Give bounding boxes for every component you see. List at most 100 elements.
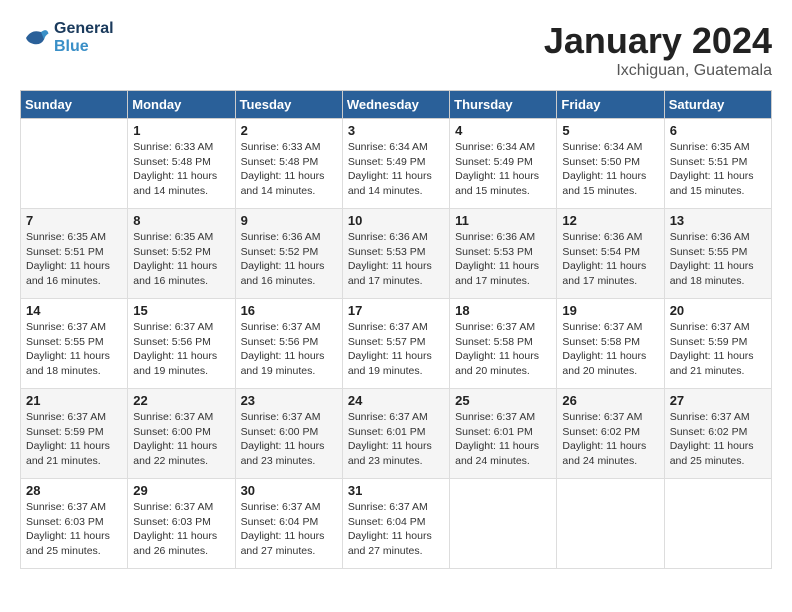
calendar-cell: 18 Sunrise: 6:37 AM Sunset: 5:58 PM Dayli…: [450, 299, 557, 389]
calendar-cell: 8 Sunrise: 6:35 AM Sunset: 5:52 PM Daylig…: [128, 209, 235, 299]
day-number: 9: [241, 213, 337, 228]
calendar-cell: 16Sunrise: 6:37 AM Sunset: 5:56 PM Dayli…: [235, 299, 342, 389]
calendar-table: SundayMondayTuesdayWednesdayThursdayFrid…: [20, 90, 772, 569]
day-header-monday: Monday: [128, 91, 235, 119]
day-info: Sunrise: 6:33 AM Sunset: 5:48 PM Dayligh…: [133, 140, 229, 199]
day-info: Sunrise: 6:37 AM Sunset: 6:01 PM Dayligh…: [455, 410, 551, 469]
day-number: 27: [670, 393, 766, 408]
day-number: 8: [133, 213, 229, 228]
day-info: Sunrise: 6:37 AM Sunset: 6:00 PM Dayligh…: [133, 410, 229, 469]
calendar-cell: [450, 479, 557, 569]
day-header-wednesday: Wednesday: [342, 91, 449, 119]
day-number: 31: [348, 483, 444, 498]
day-header-sunday: Sunday: [21, 91, 128, 119]
day-number: 24: [348, 393, 444, 408]
calendar-cell: 5Sunrise: 6:34 AM Sunset: 5:50 PM Daylig…: [557, 119, 664, 209]
calendar-cell: 2 Sunrise: 6:33 AM Sunset: 5:48 PM Daylig…: [235, 119, 342, 209]
calendar-cell: 30 Sunrise: 6:37 AM Sunset: 6:04 PM Dayli…: [235, 479, 342, 569]
day-info: Sunrise: 6:37 AM Sunset: 6:01 PM Dayligh…: [348, 410, 444, 469]
calendar-cell: 7 Sunrise: 6:35 AM Sunset: 5:51 PM Daylig…: [21, 209, 128, 299]
day-info: Sunrise: 6:35 AM Sunset: 5:51 PM Dayligh…: [670, 140, 766, 199]
logo-icon: [20, 23, 50, 53]
week-row-2: 7 Sunrise: 6:35 AM Sunset: 5:51 PM Daylig…: [21, 209, 772, 299]
logo-text: General Blue: [54, 20, 114, 56]
calendar-cell: 29Sunrise: 6:37 AM Sunset: 6:03 PM Dayli…: [128, 479, 235, 569]
day-info: Sunrise: 6:36 AM Sunset: 5:53 PM Dayligh…: [455, 230, 551, 289]
day-number: 10: [348, 213, 444, 228]
day-number: 4: [455, 123, 551, 138]
day-header-friday: Friday: [557, 91, 664, 119]
day-number: 29: [133, 483, 229, 498]
day-number: 30: [241, 483, 337, 498]
calendar-cell: 3 Sunrise: 6:34 AM Sunset: 5:49 PM Daylig…: [342, 119, 449, 209]
day-number: 11: [455, 213, 551, 228]
day-info: Sunrise: 6:35 AM Sunset: 5:51 PM Dayligh…: [26, 230, 122, 289]
day-number: 23: [241, 393, 337, 408]
calendar-cell: [557, 479, 664, 569]
calendar-cell: 4 Sunrise: 6:34 AM Sunset: 5:49 PM Daylig…: [450, 119, 557, 209]
calendar-cell: 6 Sunrise: 6:35 AM Sunset: 5:51 PM Daylig…: [664, 119, 771, 209]
calendar-cell: 23 Sunrise: 6:37 AM Sunset: 6:00 PM Dayli…: [235, 389, 342, 479]
calendar-cell: 20Sunrise: 6:37 AM Sunset: 5:59 PM Dayli…: [664, 299, 771, 389]
day-info: Sunrise: 6:35 AM Sunset: 5:52 PM Dayligh…: [133, 230, 229, 289]
day-info: Sunrise: 6:37 AM Sunset: 6:02 PM Dayligh…: [670, 410, 766, 469]
day-info: Sunrise: 6:34 AM Sunset: 5:49 PM Dayligh…: [455, 140, 551, 199]
calendar-cell: 19 Sunrise: 6:37 AM Sunset: 5:58 PM Dayli…: [557, 299, 664, 389]
day-number: 14: [26, 303, 122, 318]
calendar-cell: 17Sunrise: 6:37 AM Sunset: 5:57 PM Dayli…: [342, 299, 449, 389]
day-info: Sunrise: 6:37 AM Sunset: 6:04 PM Dayligh…: [348, 500, 444, 559]
day-info: Sunrise: 6:37 AM Sunset: 6:04 PM Dayligh…: [241, 500, 337, 559]
day-info: Sunrise: 6:36 AM Sunset: 5:54 PM Dayligh…: [562, 230, 658, 289]
day-number: 2: [241, 123, 337, 138]
title-block: January 2024 Ixchiguan, Guatemala: [544, 20, 772, 80]
month-title: January 2024: [544, 20, 772, 62]
day-number: 18: [455, 303, 551, 318]
calendar-cell: 15Sunrise: 6:37 AM Sunset: 5:56 PM Dayli…: [128, 299, 235, 389]
day-number: 1: [133, 123, 229, 138]
day-header-thursday: Thursday: [450, 91, 557, 119]
day-info: Sunrise: 6:37 AM Sunset: 6:03 PM Dayligh…: [26, 500, 122, 559]
calendar-cell: 10Sunrise: 6:36 AM Sunset: 5:53 PM Dayli…: [342, 209, 449, 299]
location: Ixchiguan, Guatemala: [544, 62, 772, 80]
day-info: Sunrise: 6:36 AM Sunset: 5:55 PM Dayligh…: [670, 230, 766, 289]
calendar-cell: 11 Sunrise: 6:36 AM Sunset: 5:53 PM Dayli…: [450, 209, 557, 299]
day-info: Sunrise: 6:37 AM Sunset: 5:59 PM Dayligh…: [26, 410, 122, 469]
calendar-cell: 13Sunrise: 6:36 AM Sunset: 5:55 PM Dayli…: [664, 209, 771, 299]
day-number: 3: [348, 123, 444, 138]
week-row-5: 28Sunrise: 6:37 AM Sunset: 6:03 PM Dayli…: [21, 479, 772, 569]
day-info: Sunrise: 6:37 AM Sunset: 6:02 PM Dayligh…: [562, 410, 658, 469]
day-header-tuesday: Tuesday: [235, 91, 342, 119]
calendar-cell: 21 Sunrise: 6:37 AM Sunset: 5:59 PM Dayli…: [21, 389, 128, 479]
calendar-header-row: SundayMondayTuesdayWednesdayThursdayFrid…: [21, 91, 772, 119]
calendar-cell: 26 Sunrise: 6:37 AM Sunset: 6:02 PM Dayli…: [557, 389, 664, 479]
calendar-cell: 22 Sunrise: 6:37 AM Sunset: 6:00 PM Dayli…: [128, 389, 235, 479]
week-row-3: 14 Sunrise: 6:37 AM Sunset: 5:55 PM Dayli…: [21, 299, 772, 389]
day-number: 21: [26, 393, 122, 408]
calendar-cell: 12 Sunrise: 6:36 AM Sunset: 5:54 PM Dayli…: [557, 209, 664, 299]
day-info: Sunrise: 6:37 AM Sunset: 5:58 PM Dayligh…: [562, 320, 658, 379]
day-number: 7: [26, 213, 122, 228]
day-number: 12: [562, 213, 658, 228]
day-info: Sunrise: 6:36 AM Sunset: 5:52 PM Dayligh…: [241, 230, 337, 289]
day-info: Sunrise: 6:37 AM Sunset: 6:00 PM Dayligh…: [241, 410, 337, 469]
week-row-4: 21 Sunrise: 6:37 AM Sunset: 5:59 PM Dayli…: [21, 389, 772, 479]
calendar-cell: 31 Sunrise: 6:37 AM Sunset: 6:04 PM Dayli…: [342, 479, 449, 569]
calendar-cell: 1 Sunrise: 6:33 AM Sunset: 5:48 PM Daylig…: [128, 119, 235, 209]
day-number: 17: [348, 303, 444, 318]
calendar-cell: [664, 479, 771, 569]
day-info: Sunrise: 6:37 AM Sunset: 5:55 PM Dayligh…: [26, 320, 122, 379]
day-info: Sunrise: 6:34 AM Sunset: 5:50 PM Dayligh…: [562, 140, 658, 199]
week-row-1: 1 Sunrise: 6:33 AM Sunset: 5:48 PM Daylig…: [21, 119, 772, 209]
day-number: 6: [670, 123, 766, 138]
calendar-cell: 28Sunrise: 6:37 AM Sunset: 6:03 PM Dayli…: [21, 479, 128, 569]
day-info: Sunrise: 6:37 AM Sunset: 5:58 PM Dayligh…: [455, 320, 551, 379]
page-header: General Blue January 2024 Ixchiguan, Gua…: [20, 20, 772, 80]
day-number: 26: [562, 393, 658, 408]
day-number: 22: [133, 393, 229, 408]
calendar-cell: 14 Sunrise: 6:37 AM Sunset: 5:55 PM Dayli…: [21, 299, 128, 389]
calendar-cell: 27 Sunrise: 6:37 AM Sunset: 6:02 PM Dayli…: [664, 389, 771, 479]
day-header-saturday: Saturday: [664, 91, 771, 119]
day-number: 19: [562, 303, 658, 318]
day-info: Sunrise: 6:34 AM Sunset: 5:49 PM Dayligh…: [348, 140, 444, 199]
day-info: Sunrise: 6:33 AM Sunset: 5:48 PM Dayligh…: [241, 140, 337, 199]
